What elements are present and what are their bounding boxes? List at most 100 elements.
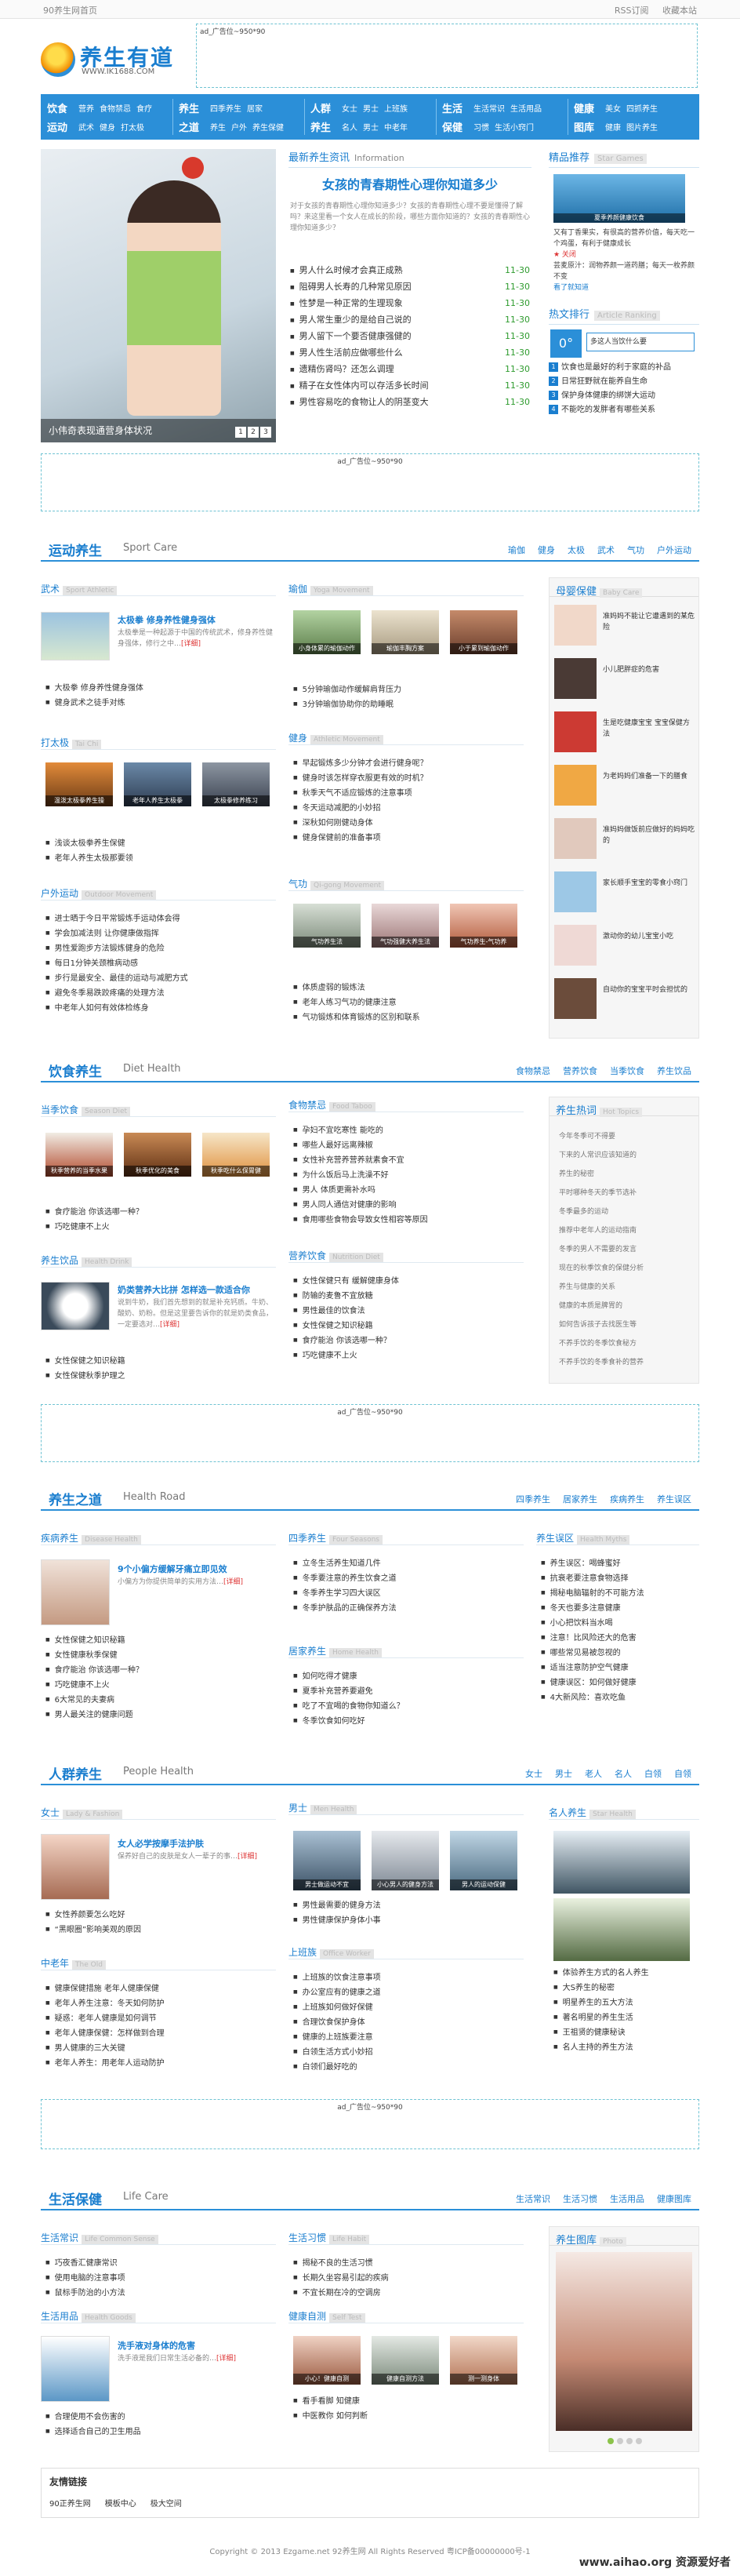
section-link[interactable]: 居家养生: [563, 1494, 597, 1504]
list-item[interactable]: 上班族如何做好保健: [293, 2000, 528, 2015]
baby-item[interactable]: 自动你的宝宝平时会担忧的: [554, 978, 695, 1021]
slider-dot[interactable]: 3: [260, 427, 271, 438]
section-link[interactable]: 养生饮品: [657, 1066, 691, 1076]
list-item[interactable]: 食疗能治 你该选哪一种？: [45, 1663, 281, 1678]
list-item[interactable]: 每日1分钟关颈椎病动感: [45, 956, 281, 971]
list-item[interactable]: “黑眼圈”影响美观的原因: [45, 1923, 281, 1937]
baby-item[interactable]: 家长顺手宝宝的零食小窍门: [554, 871, 695, 914]
list-item[interactable]: 夏季补充营养要避免: [293, 1684, 528, 1699]
list-item[interactable]: 女性保健之知识秘籍: [45, 1633, 281, 1648]
ranking-item[interactable]: 1 饮食也是最好的利于家庭的补品: [549, 361, 699, 375]
nav-link[interactable]: 居家: [247, 105, 263, 114]
list-item[interactable]: 哪些人最好远离辣椒: [293, 1138, 528, 1153]
section-link[interactable]: 武术: [597, 545, 615, 555]
sub-title[interactable]: 健身: [288, 733, 307, 744]
list-item[interactable]: 深秋如何刚健动身体: [293, 816, 528, 831]
nav-link[interactable]: 健康: [605, 124, 621, 133]
nav-link[interactable]: 图片养生: [626, 124, 658, 133]
nav-link[interactable]: 营养: [78, 105, 94, 114]
baby-item[interactable]: 为老妈妈们准备一下的膳食: [554, 765, 695, 807]
wushu-title[interactable]: 太极拳 修身养性健身强体: [118, 613, 216, 626]
list-item[interactable]: 巧夜香汇健康常识: [45, 2256, 281, 2271]
news-item[interactable]: 男人留下一个要否健康强健的 11-30: [290, 328, 530, 344]
section-link[interactable]: 户外运动: [657, 545, 691, 555]
list-item[interactable]: 大S养生的秘密: [553, 1981, 699, 1996]
list-item[interactable]: 食用哪些食物会导致女性相容等原因: [293, 1213, 528, 1228]
nav-link[interactable]: 男士: [363, 105, 379, 114]
qigong-thumb[interactable]: 气功强健大养生法: [372, 904, 439, 948]
list-item[interactable]: 适当注意防护空气健康: [541, 1661, 698, 1675]
nav-link[interactable]: 食物禁忌: [100, 105, 131, 114]
featured-slider[interactable]: 小伟奇表现通营身体状况 123: [41, 149, 276, 442]
list-item[interactable]: 男人健康的三大关键: [45, 2041, 281, 2056]
home-link[interactable]: 90养生网首页: [43, 4, 97, 16]
sub-title[interactable]: 上班族: [288, 1947, 317, 1958]
list-item[interactable]: 吃了不宜喝的食物你知道么？: [293, 1699, 528, 1714]
gallery-dot[interactable]: [636, 2438, 642, 2444]
section-link[interactable]: 瑜伽: [508, 545, 525, 555]
sub-title[interactable]: 健康自测: [288, 2311, 326, 2322]
sub-title[interactable]: 户外运动: [41, 888, 78, 899]
list-item[interactable]: 女性保健秋季护理之: [45, 1369, 281, 1384]
disease-title[interactable]: 9个小偏方缓解牙痛立即见效: [118, 1563, 227, 1575]
list-item[interactable]: 健康的上班族要注意: [293, 2030, 528, 2045]
list-item[interactable]: 白领们最好吃的: [293, 2060, 528, 2075]
slider-dot[interactable]: 2: [248, 427, 259, 438]
list-item[interactable]: 3分钟瑜伽协助你的助睡眠: [293, 697, 528, 712]
list-item[interactable]: 中医教你 如何判断: [293, 2409, 528, 2424]
list-item[interactable]: 揭秘不良的生活习惯: [293, 2256, 528, 2271]
qigong-thumb[interactable]: 气功养生法: [293, 904, 361, 948]
hot-tag[interactable]: 健康的本质是脾胃的: [559, 1298, 622, 1315]
hot-tag[interactable]: 今年冬季可不得要: [559, 1129, 615, 1145]
list-item[interactable]: 办公室应有的健康之道: [293, 1985, 528, 2000]
news-item[interactable]: 遗精伤肾吗？还怎么调理 11-30: [290, 361, 530, 377]
slider-dot[interactable]: 1: [235, 427, 246, 438]
nav-key[interactable]: 保健: [442, 119, 462, 134]
list-item[interactable]: 白领生活方式小妙招: [293, 2045, 528, 2060]
yoga-thumb[interactable]: 小于累到瑜伽动作: [450, 610, 517, 654]
list-item[interactable]: 男性最佳的饮食法: [293, 1304, 528, 1319]
section-link[interactable]: 健身: [538, 545, 555, 555]
section-link[interactable]: 名人: [615, 1769, 632, 1779]
nav-link[interactable]: 户外: [231, 124, 247, 133]
season-thumb[interactable]: 秋季吃什么保胃健: [202, 1133, 270, 1177]
selftest-thumb[interactable]: 健康自测方法: [372, 2336, 439, 2385]
list-item[interactable]: 男人 体质更需补水吗: [293, 1183, 528, 1198]
men-thumb[interactable]: 男人的运动保健: [450, 1831, 517, 1890]
list-item[interactable]: 健康误区：如何做好健康: [541, 1675, 698, 1690]
women-title[interactable]: 女人必学按摩手法护肤: [118, 1837, 204, 1850]
sub-title[interactable]: 养生饮品: [41, 1255, 78, 1266]
list-item[interactable]: 选择适合自己的卫生用品: [45, 2425, 281, 2440]
section-link[interactable]: 气功: [627, 545, 644, 555]
wushu-more[interactable]: [详细]: [181, 640, 201, 648]
disease-image[interactable]: [41, 1559, 110, 1625]
nav-key[interactable]: 生活: [442, 100, 462, 115]
list-item[interactable]: 食疗能治 你该选哪一种？: [45, 1205, 281, 1220]
list-item[interactable]: 长期久坐容易引起的疾病: [293, 2271, 528, 2286]
baby-item[interactable]: 准妈妈不能让它遭遇到的某危险: [554, 605, 695, 647]
friend-link[interactable]: 模板中心: [105, 2500, 136, 2509]
section-link[interactable]: 四季养生: [516, 1494, 550, 1504]
drink-image[interactable]: [41, 1282, 110, 1330]
hot-tag[interactable]: 推荐中老年人的运动指南: [559, 1223, 637, 1239]
list-item[interactable]: 气功锻炼和体育锻炼的区别和联系: [293, 1010, 528, 1025]
baby-item[interactable]: 生是吃健康宝宝 宝宝保健方法: [554, 711, 695, 754]
list-item[interactable]: 浅谈太极拳养生保健: [45, 836, 281, 851]
nav-key[interactable]: 图库: [574, 119, 594, 134]
taiji-thumb[interactable]: 老年人养生太极拳: [124, 762, 191, 806]
news-item[interactable]: 男性容易吃的食物让人的阴茎变大 11-30: [290, 394, 530, 410]
drink-more[interactable]: [详细]: [160, 1321, 180, 1329]
list-item[interactable]: 进士晒于今日平常锻炼手运动体会得: [45, 911, 281, 926]
sub-title[interactable]: 武术: [41, 584, 60, 595]
list-item[interactable]: 使用电脑的注意事项: [45, 2271, 281, 2286]
section-link[interactable]: 当季饮食: [610, 1066, 644, 1076]
section-link[interactable]: 自领: [674, 1769, 691, 1779]
list-item[interactable]: 步行是最安全、最佳的运动与减肥方式: [45, 971, 281, 986]
section-link[interactable]: 老人: [585, 1769, 602, 1779]
nav-link[interactable]: 健身: [100, 124, 115, 133]
list-item[interactable]: 中老年人如何有效体检练身: [45, 1001, 281, 1016]
list-item[interactable]: 健康保健措施 老年人健康保健: [45, 1981, 281, 1996]
site-logo[interactable]: 养生有道 WWW.IK1688.COM: [41, 39, 198, 86]
list-item[interactable]: 合理使用不会伤害的: [45, 2410, 281, 2425]
nav-link[interactable]: 名人: [342, 124, 357, 133]
